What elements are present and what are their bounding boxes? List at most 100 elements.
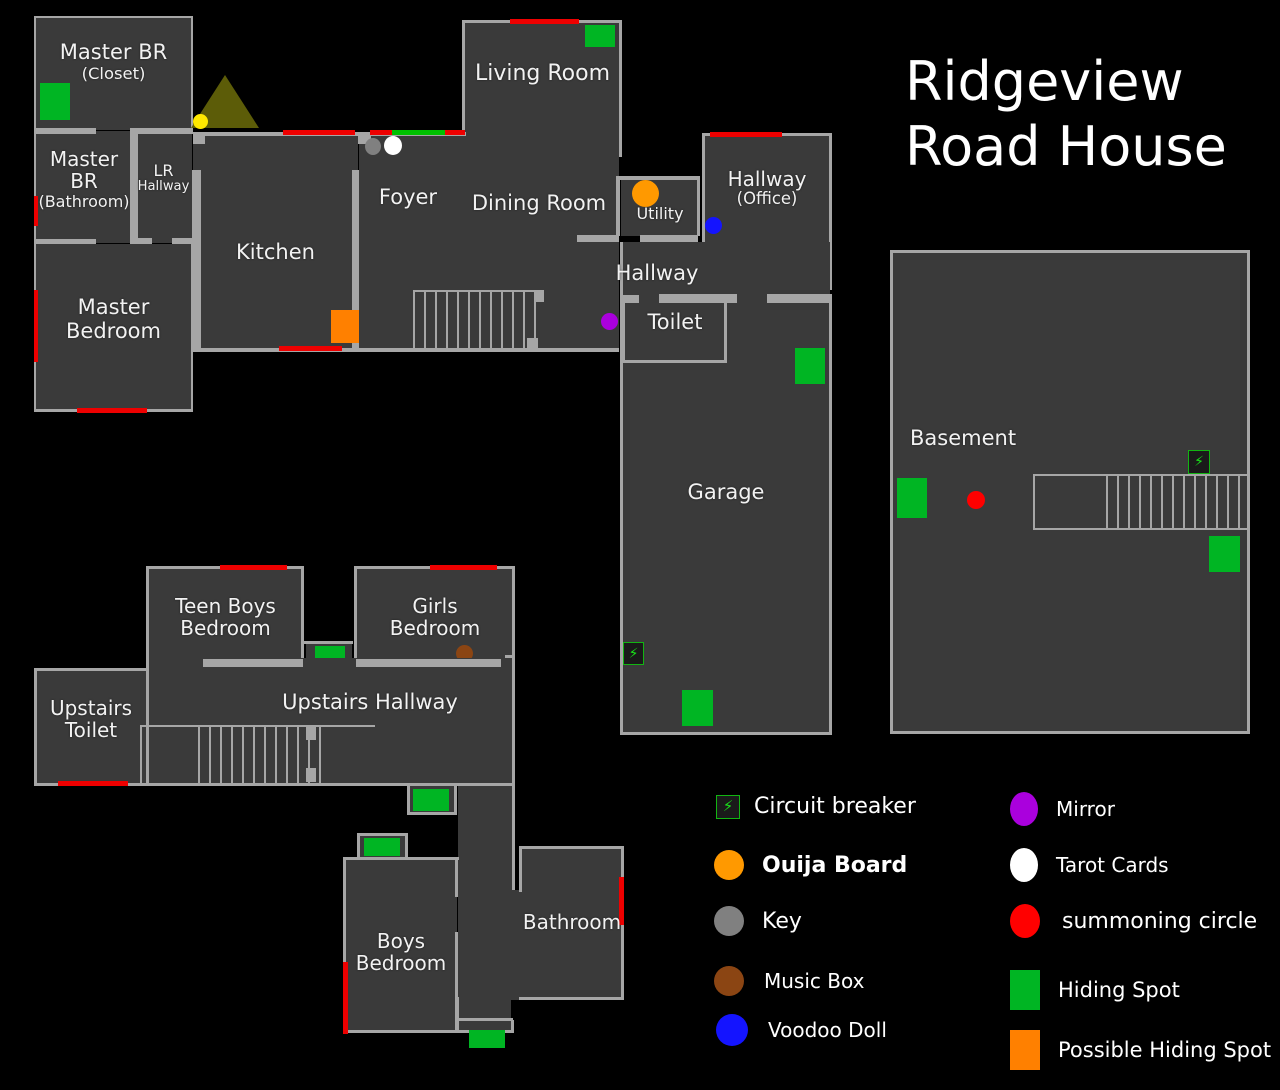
room-boys-bedroom[interactable] [345,859,457,1031]
wall [620,303,623,735]
wall [193,132,205,144]
wall [512,658,515,786]
door [34,196,38,226]
hiding-spot-icon [1010,970,1040,1010]
wall [534,290,544,302]
wall [146,566,149,670]
wall [829,303,832,735]
wall [34,128,36,245]
door [445,130,465,135]
tarot-cards-marker[interactable] [384,136,402,155]
legend-item-circuit-breaker[interactable]: ⚡ Circuit breaker [716,794,916,819]
wall [455,857,458,897]
legend-label: Key [762,908,802,934]
room-bathroom[interactable] [521,848,623,1000]
wall [519,997,624,1000]
legend-item-hiding-spot[interactable]: Hiding Spot [1010,970,1180,1010]
mirror-marker[interactable] [601,313,618,330]
wall [890,250,893,734]
hiding-spot[interactable] [364,838,400,856]
wall [306,726,316,740]
wall [34,668,37,786]
legend-item-possible-hiding-spot[interactable]: Possible Hiding Spot [1010,1030,1271,1070]
room-upstairs-toilet[interactable] [36,670,146,785]
hiding-spot[interactable] [1209,536,1240,572]
yellow-dot-marker[interactable] [193,114,208,129]
legend-label: Mirror [1056,797,1115,821]
wall [356,659,501,667]
door [710,132,782,137]
legend-item-mirror[interactable]: Mirror [1010,792,1115,826]
wall [890,731,1250,734]
hiding-spot[interactable] [413,789,449,811]
summoning-circle-marker[interactable] [967,491,985,509]
wall [724,303,727,363]
voodoo-doll-marker[interactable] [705,217,722,234]
wall [621,295,639,303]
wall [36,128,96,134]
wall [343,1030,459,1033]
wall [203,659,303,667]
door [58,781,128,786]
stairs-basement [1033,474,1248,530]
wall [304,641,353,644]
hiding-spot[interactable] [40,83,70,120]
legend-item-tarot-cards[interactable]: Tarot Cards [1010,848,1169,882]
wall [620,732,832,735]
closet-lower [459,1000,511,1030]
legend-item-ouija-board[interactable]: Ouija Board [714,850,907,880]
hiding-spot[interactable] [795,348,825,384]
door [430,565,497,570]
wall [697,176,700,236]
wall [130,128,138,244]
hiding-spot[interactable] [897,478,927,518]
wall [407,812,457,815]
wall [34,668,148,671]
room-girls-bedroom[interactable] [356,568,514,658]
circuit-breaker-icon: ⚡ [716,794,740,819]
wall [462,20,465,140]
music-box-icon [714,966,744,996]
wall [622,360,727,363]
hiding-spot[interactable] [469,1030,505,1048]
room-master-bedroom[interactable] [35,244,192,411]
room-master-br-bathroom[interactable] [35,131,134,243]
wall [519,846,522,892]
hiding-spot[interactable] [585,25,615,47]
door [34,290,38,362]
wall [192,170,201,350]
possible-hiding-spot[interactable] [331,310,362,343]
door [279,346,342,351]
circuit-breaker-icon[interactable]: ⚡ [623,642,644,665]
wall [519,846,624,849]
wall [454,784,457,815]
stairs-main [413,290,539,350]
wall [138,128,193,134]
door [370,130,392,135]
key-marker[interactable] [365,138,381,155]
wall [767,294,832,303]
legend-label: summoning circle [1062,908,1258,934]
wall [616,176,620,236]
door [343,962,348,1034]
room-lr-hallway[interactable] [135,131,192,243]
legend-item-music-box[interactable]: Music Box [714,966,864,996]
legend-item-voodoo-doll[interactable]: Voodoo Doll [716,1014,887,1046]
wall [357,833,408,836]
possible-hiding-spot-icon [1010,1030,1040,1070]
legend-item-key[interactable]: Key [714,906,802,936]
summoning-circle-icon [1010,904,1040,938]
mirror-icon [1010,792,1038,826]
wall [622,303,625,363]
ouija-board-marker[interactable] [632,180,659,207]
wall [301,566,304,659]
room-teen-boys-bedroom[interactable] [148,568,303,658]
wall [640,235,698,242]
hiding-spot[interactable] [682,690,713,726]
window [392,130,445,135]
room-toilet-inner [624,303,726,361]
circuit-breaker-icon[interactable]: ⚡ [1188,450,1210,474]
page-title: Ridgeview Road House [905,50,1227,178]
legend-item-summoning-circle[interactable]: summoning circle [1010,904,1257,938]
door [619,877,624,925]
